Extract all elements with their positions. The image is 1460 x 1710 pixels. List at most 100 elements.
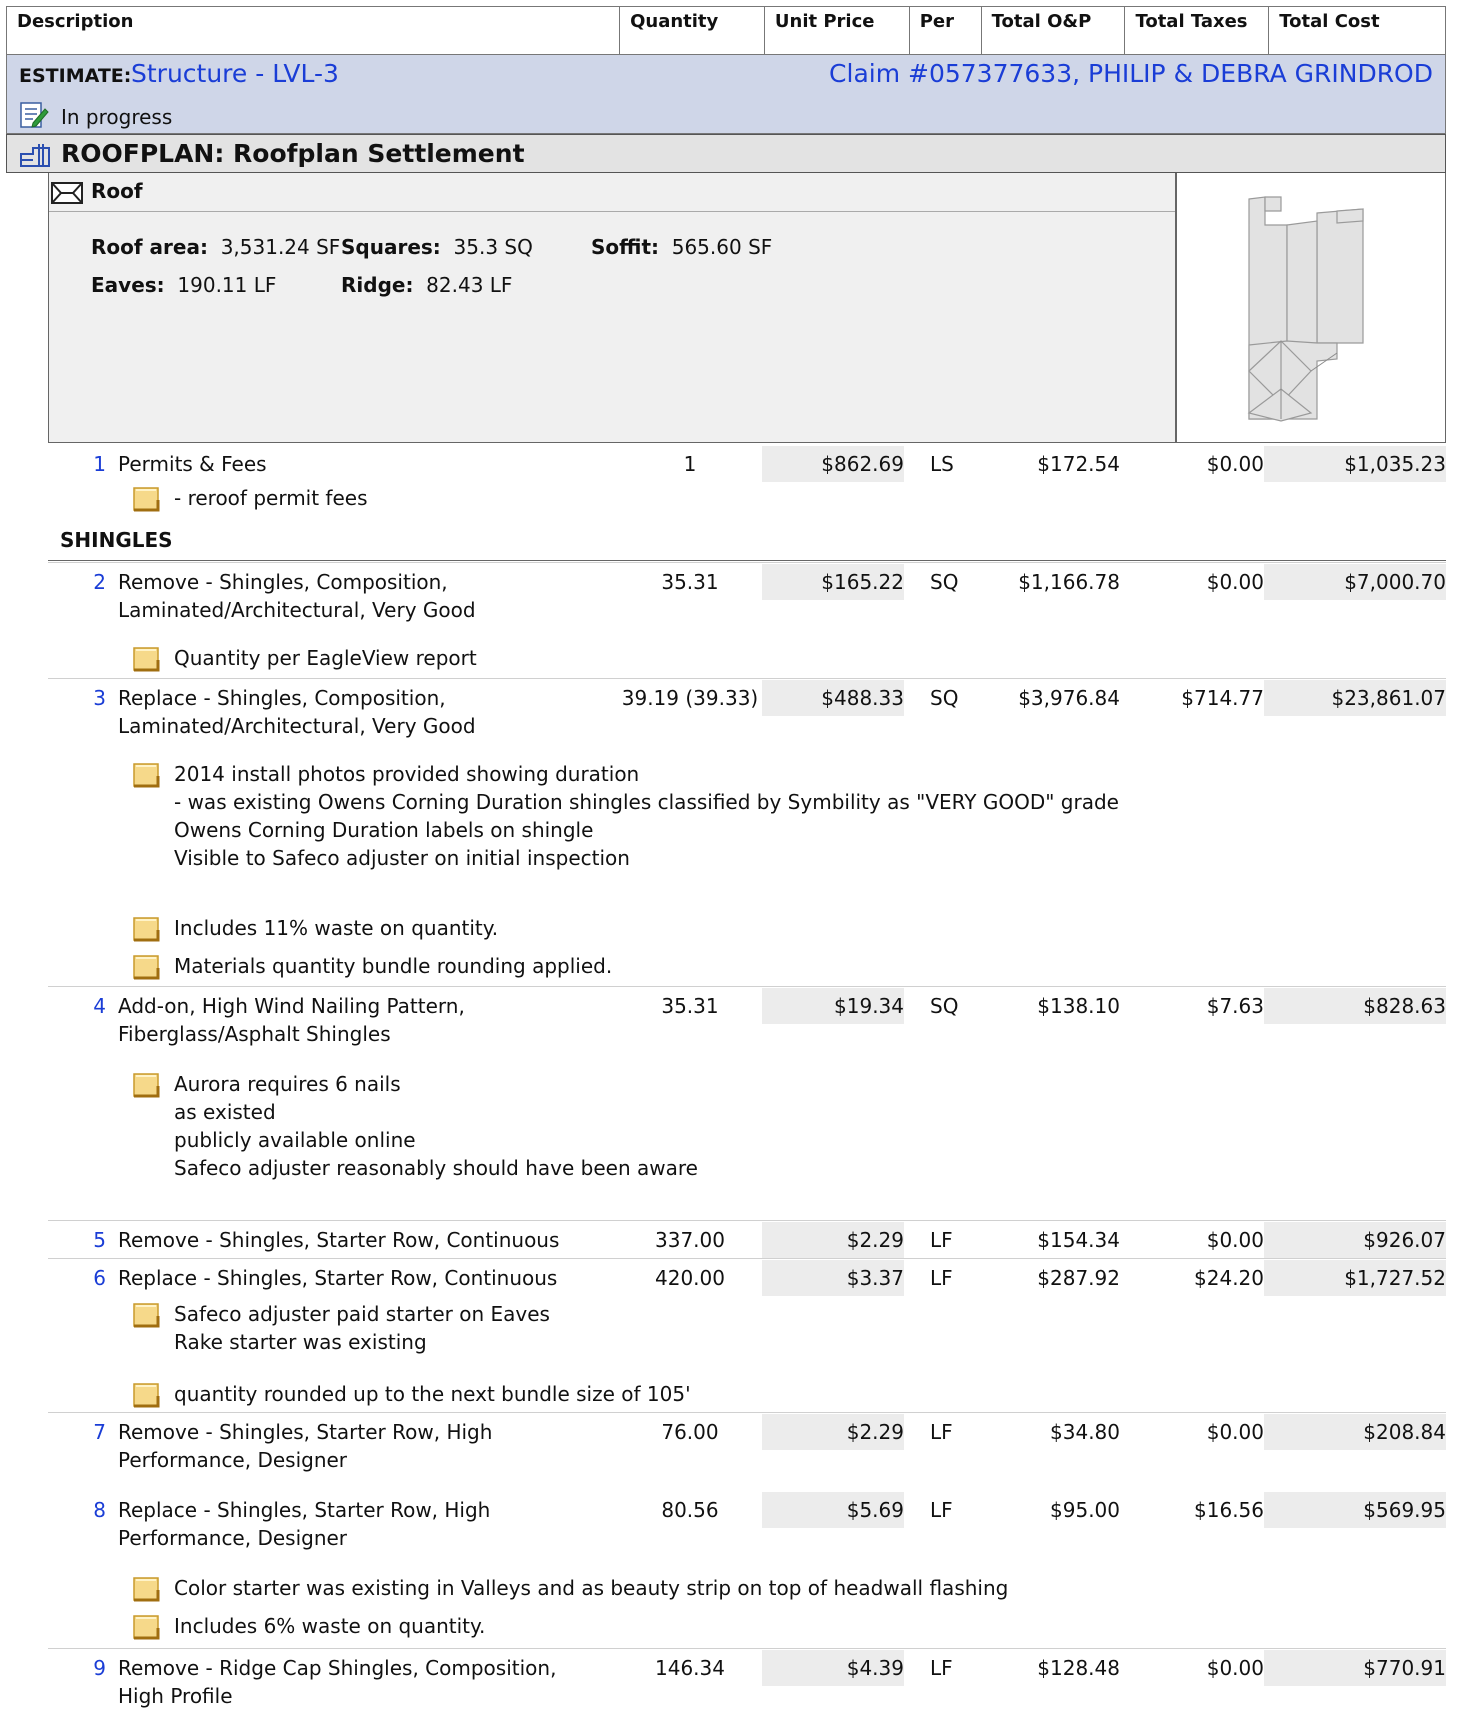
status-text: In progress <box>61 105 173 129</box>
section-divider <box>48 560 1446 561</box>
table-row[interactable]: 5 Remove - Shingles, Starter Row, Continu… <box>0 1222 1446 1258</box>
item-total-cost: $208.84 <box>1264 1414 1446 1450</box>
item-per: LF <box>930 1266 953 1290</box>
sticky-note-icon[interactable] <box>132 1072 162 1105</box>
item-total-cost: $770.91 <box>1264 1650 1446 1686</box>
item-quantity: 35.31 <box>661 994 719 1018</box>
line-number-link[interactable]: 9 <box>86 1650 106 1686</box>
item-total-op: $172.54 <box>1037 452 1120 476</box>
squares-stat: Squares: 35.3 SQ <box>341 235 533 259</box>
sticky-note-icon[interactable] <box>132 486 162 519</box>
item-description: Permits & Fees <box>118 452 267 476</box>
roofplan-banner: ROOFPLAN: Roofplan Settlement <box>6 134 1446 173</box>
note-text: 2014 install photos provided showing dur… <box>174 762 1119 870</box>
note-text: Includes 11% waste on quantity. <box>174 916 499 940</box>
item-description: Remove - Shingles, Starter Row, Continuo… <box>118 1228 560 1252</box>
row-separator <box>48 678 1446 679</box>
item-quantity: 337.00 <box>655 1228 725 1252</box>
row-separator <box>48 1412 1446 1413</box>
item-total-cost: $7,000.70 <box>1264 564 1446 600</box>
item-per: LF <box>930 1228 953 1252</box>
line-number-link[interactable]: 2 <box>86 564 106 600</box>
sticky-note-icon[interactable] <box>132 954 162 987</box>
col-total-cost[interactable]: Total Cost <box>1269 7 1445 54</box>
item-description: Remove - Shingles, Composition, Laminate… <box>118 570 476 622</box>
roof-thumbnail[interactable] <box>1176 173 1446 443</box>
item-total-cost: $23,861.07 <box>1264 680 1446 716</box>
roof-diagram-image <box>1247 196 1364 422</box>
col-description[interactable]: Description <box>7 7 621 54</box>
table-row[interactable]: 3 Replace - Shingles, Composition, Lamina… <box>0 680 1446 738</box>
item-total-op: $1,166.78 <box>1018 570 1120 594</box>
item-total-op: $138.10 <box>1037 994 1120 1018</box>
line-number-link[interactable]: 5 <box>86 1222 106 1258</box>
item-total-taxes: $0.00 <box>1206 452 1264 476</box>
item-per: SQ <box>930 994 959 1018</box>
sticky-note-icon[interactable] <box>132 1614 162 1647</box>
sticky-note-icon[interactable] <box>132 1382 162 1415</box>
item-total-cost: $1,727.52 <box>1264 1260 1446 1296</box>
sticky-note-icon[interactable] <box>132 646 162 679</box>
note-text: Color starter was existing in Valleys an… <box>174 1576 1009 1600</box>
item-description: Add-on, High Wind Nailing Pattern, Fiber… <box>118 994 465 1046</box>
item-total-cost: $569.95 <box>1264 1492 1446 1528</box>
sticky-note-icon[interactable] <box>132 1576 162 1609</box>
item-total-taxes: $0.00 <box>1206 570 1264 594</box>
section-heading-shingles: SHINGLES <box>60 528 173 552</box>
sticky-note-icon[interactable] <box>132 762 162 795</box>
row-separator <box>48 1258 1446 1259</box>
line-number-link[interactable]: 6 <box>86 1260 106 1296</box>
sticky-note-icon[interactable] <box>132 1302 162 1335</box>
item-per: LF <box>930 1420 953 1444</box>
edit-doc-icon <box>19 101 49 134</box>
item-quantity: 80.56 <box>661 1498 719 1522</box>
item-per: LF <box>930 1656 953 1680</box>
item-unit-price: $19.34 <box>762 988 904 1024</box>
item-total-op: $154.34 <box>1037 1228 1120 1252</box>
line-number-link[interactable]: 1 <box>86 446 106 482</box>
note-text: Materials quantity bundle rounding appli… <box>174 954 613 978</box>
item-unit-price: $488.33 <box>762 680 904 716</box>
col-total-taxes[interactable]: Total Taxes <box>1125 7 1270 54</box>
roof-area-stat: Roof area: 3,531.24 SF <box>91 235 341 259</box>
item-quantity: 35.31 <box>661 570 719 594</box>
item-description: Remove - Shingles, Starter Row, High Per… <box>118 1420 493 1472</box>
item-total-cost: $1,035.23 <box>1264 446 1446 482</box>
item-quantity: 1 <box>683 452 697 476</box>
table-row[interactable]: 6 Replace - Shingles, Starter Row, Contin… <box>0 1260 1446 1296</box>
table-row[interactable]: 8 Replace - Shingles, Starter Row, High P… <box>0 1492 1446 1550</box>
note-text: quantity rounded up to the next bundle s… <box>174 1382 691 1406</box>
item-total-taxes: $7.63 <box>1206 994 1264 1018</box>
item-total-taxes: $16.56 <box>1194 1498 1264 1522</box>
item-total-taxes: $24.20 <box>1194 1266 1264 1290</box>
col-quantity[interactable]: Quantity <box>620 7 765 54</box>
item-total-cost: $828.63 <box>1264 988 1446 1024</box>
eaves-stat: Eaves: 190.11 LF <box>91 273 277 297</box>
line-number-link[interactable]: 3 <box>86 680 106 716</box>
table-row[interactable]: 1 Permits & Fees 1 $862.69 LS $172.54 $0.00 $1,… <box>0 446 1446 482</box>
note-text: Includes 6% waste on quantity. <box>174 1614 486 1638</box>
claim-link[interactable]: Claim #057377633, PHILIP & DEBRA GRINDRO… <box>829 59 1433 88</box>
roof-summary: Roof Roof area: 3,531.24 SF Squares: 35.… <box>48 173 1176 443</box>
table-row[interactable]: 7 Remove - Shingles, Starter Row, High Pe… <box>0 1414 1446 1472</box>
col-unit-price[interactable]: Unit Price <box>765 7 910 54</box>
table-row[interactable]: 4 Add-on, High Wind Nailing Pattern, Fibe… <box>0 988 1446 1046</box>
line-number-link[interactable]: 4 <box>86 988 106 1024</box>
estimate-name-link[interactable]: Structure - LVL-3 <box>131 59 339 88</box>
line-number-link[interactable]: 8 <box>86 1492 106 1528</box>
sticky-note-icon[interactable] <box>132 916 162 949</box>
col-total-op[interactable]: Total O&P <box>982 7 1126 54</box>
item-description: Replace - Shingles, Composition, Laminat… <box>118 686 476 738</box>
item-unit-price: $2.29 <box>762 1414 904 1450</box>
row-separator <box>48 562 1446 563</box>
table-row[interactable]: 2 Remove - Shingles, Composition, Laminat… <box>0 564 1446 622</box>
line-number-link[interactable]: 7 <box>86 1414 106 1450</box>
note-text: Aurora requires 6 nails as existed publi… <box>174 1072 698 1180</box>
item-unit-price: $862.69 <box>762 446 904 482</box>
table-row[interactable]: 9 Remove - Ridge Cap Shingles, Compositio… <box>0 1650 1446 1708</box>
col-per[interactable]: Per <box>910 7 982 54</box>
roof-title: Roof <box>91 179 143 203</box>
item-unit-price: $3.37 <box>762 1260 904 1296</box>
item-description: Remove - Ridge Cap Shingles, Composition… <box>118 1656 557 1708</box>
item-per: SQ <box>930 686 959 710</box>
